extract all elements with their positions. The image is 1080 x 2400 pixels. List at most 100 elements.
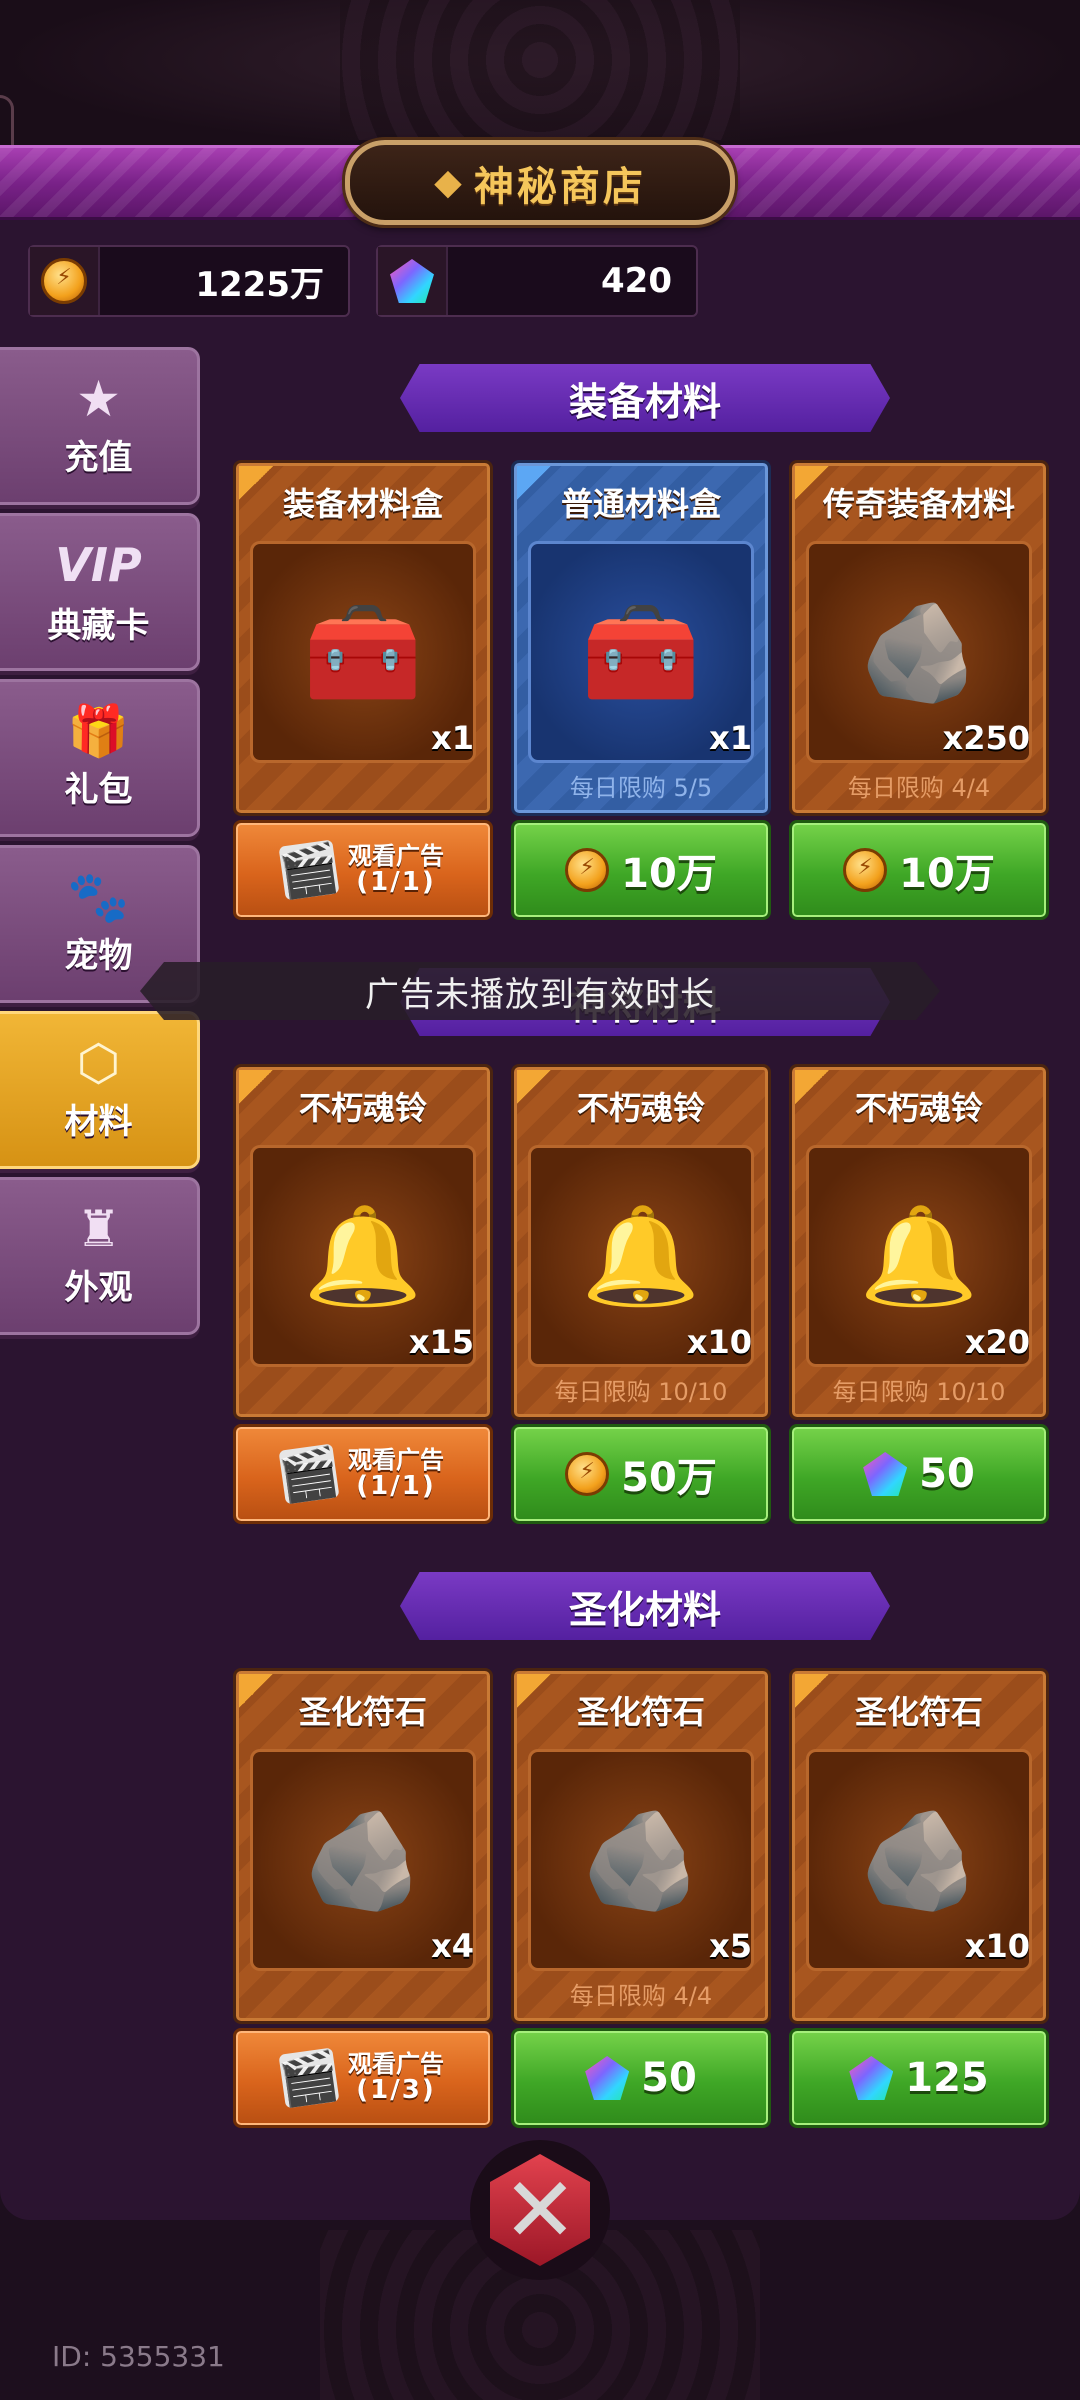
- diamond-crest-icon: ◆: [434, 162, 462, 203]
- treasure-chest-icon: 🧰: [581, 596, 701, 708]
- diamond-balance: 420: [376, 245, 698, 317]
- ad-count: (1/1): [356, 866, 436, 897]
- tab-appearance[interactable]: ♜ 外观: [0, 1177, 200, 1335]
- close-x-icon: ✕: [490, 2154, 590, 2266]
- diamond-icon: [849, 2056, 894, 2100]
- title-plate: ◆ 神秘商店: [345, 140, 735, 225]
- section-header-equipment: 装备材料: [400, 364, 890, 432]
- item-quantity: x250: [942, 719, 1030, 757]
- section-title: 圣化材料: [568, 1587, 721, 1632]
- item-quantity: x1: [709, 719, 752, 757]
- price-label: 10万: [621, 851, 717, 897]
- price-label: 125: [905, 2055, 989, 2101]
- diamond-icon: [863, 1452, 908, 1496]
- pet-icon: 🐾: [67, 867, 130, 926]
- diamond-icon: [390, 259, 434, 303]
- item-quantity: x20: [964, 1323, 1030, 1361]
- item-card[interactable]: 不朽魂铃 🔔 x10 每日限购 10/10: [511, 1064, 771, 1420]
- ad-label: 观看广告: [348, 1445, 444, 1474]
- item-card[interactable]: 传奇装备材料 🪨 x250 每日限购 4/4: [789, 460, 1049, 816]
- item-quantity: x15: [408, 1323, 474, 1361]
- tab-label: 礼包: [64, 769, 133, 810]
- tab-collection-card[interactable]: VIP 典藏卡: [0, 513, 200, 671]
- ad-label: 观看广告: [348, 841, 444, 870]
- price-label: 50: [641, 2055, 697, 2101]
- item-name: 圣化符石: [854, 1693, 983, 1731]
- item-name: 不朽魂铃: [576, 1089, 705, 1127]
- toast-message: 广告未播放到有效时长: [140, 962, 940, 1020]
- ad-count: (1/1): [356, 1470, 436, 1501]
- price-label: 10万: [899, 851, 995, 897]
- item-name: 不朽魂铃: [854, 1089, 983, 1127]
- treasure-chest-icon: 🧰: [303, 596, 423, 708]
- gold-coin-icon: [41, 258, 87, 304]
- section-title: 装备材料: [568, 379, 721, 424]
- item-quantity: x10: [686, 1323, 752, 1361]
- diamond-amount: 420: [601, 261, 672, 301]
- item-card[interactable]: 普通材料盒 🧰 x1 每日限购 5/5: [511, 460, 771, 816]
- vip-icon: VIP: [55, 537, 142, 592]
- toast-text: 广告未播放到有效时长: [365, 974, 715, 1015]
- ad-text: 观看广告 (1/1): [348, 841, 444, 897]
- hexagon-icon: ⬡: [76, 1033, 121, 1092]
- rune-stone-icon: 🪨: [581, 1804, 701, 1916]
- buy-button[interactable]: 10万: [511, 820, 771, 920]
- clapperboard-icon: 🎬: [275, 1442, 343, 1507]
- gold-coin-icon: [843, 848, 888, 892]
- price-label: 50: [919, 1451, 975, 1497]
- player-id: ID: 5355331: [52, 2340, 225, 2373]
- tab-label: 典藏卡: [47, 605, 150, 646]
- ad-label: 观看广告: [348, 2049, 444, 2078]
- clapperboard-icon: 🎬: [275, 2046, 343, 2111]
- bell-icon: 🔔: [859, 1200, 979, 1312]
- ad-text: 观看广告 (1/3): [348, 2049, 444, 2105]
- section-header-sanctify: 圣化材料: [400, 1572, 890, 1640]
- bell-icon: 🔔: [581, 1200, 701, 1312]
- item-name: 不朽魂铃: [298, 1089, 427, 1127]
- purchase-limit: 每日限购 4/4: [847, 774, 991, 802]
- gift-icon: 🎁: [67, 701, 130, 760]
- tab-gift-pack[interactable]: 🎁 礼包: [0, 679, 200, 837]
- buy-button[interactable]: 50万: [511, 1424, 771, 1524]
- gold-amount: 1225万: [195, 264, 324, 305]
- item-name: 圣化符石: [298, 1693, 427, 1731]
- item-quantity: x10: [964, 1927, 1030, 1965]
- rune-stone-icon: 🪨: [303, 1804, 423, 1916]
- buy-button[interactable]: 50: [511, 2028, 771, 2128]
- item-card[interactable]: 不朽魂铃 🔔 x20 每日限购 10/10: [789, 1064, 1049, 1420]
- buy-button[interactable]: 125: [789, 2028, 1049, 2128]
- buy-button[interactable]: 50: [789, 1424, 1049, 1524]
- tab-label: 材料: [64, 1101, 133, 1142]
- gold-coin-icon: [565, 848, 610, 892]
- item-quantity: x5: [709, 1927, 752, 1965]
- watch-ad-button[interactable]: 🎬 观看广告 (1/1): [233, 820, 493, 920]
- item-card[interactable]: 圣化符石 🪨 x10: [789, 1668, 1049, 2024]
- buy-button[interactable]: 10万: [789, 820, 1049, 920]
- page-title: 神秘商店: [473, 163, 646, 210]
- watch-ad-button[interactable]: 🎬 观看广告 (1/3): [233, 2028, 493, 2128]
- item-card[interactable]: 不朽魂铃 🔔 x15: [233, 1064, 493, 1420]
- tab-label: 宠物: [64, 935, 133, 976]
- clapperboard-icon: 🎬: [275, 838, 343, 903]
- purchase-limit: 每日限购 10/10: [832, 1378, 1006, 1406]
- item-card[interactable]: 圣化符石 🪨 x4: [233, 1668, 493, 2024]
- item-name: 圣化符石: [576, 1693, 705, 1731]
- item-card[interactable]: 圣化符石 🪨 x5 每日限购 4/4: [511, 1668, 771, 2024]
- item-name: 普通材料盒: [560, 485, 721, 523]
- watch-ad-button[interactable]: 🎬 观看广告 (1/1): [233, 1424, 493, 1524]
- item-quantity: x1: [431, 719, 474, 757]
- close-button[interactable]: ✕: [470, 2140, 610, 2280]
- purchase-limit: 每日限购 10/10: [554, 1378, 728, 1406]
- item-name: 装备材料盒: [282, 485, 443, 523]
- background-top: [0, 0, 1080, 150]
- tab-recharge[interactable]: ★ 充值: [0, 347, 200, 505]
- gold-coin-icon: [565, 1452, 610, 1496]
- tab-materials[interactable]: ⬡ 材料: [0, 1011, 200, 1169]
- item-quantity: x4: [431, 1927, 474, 1965]
- ad-text: 观看广告 (1/1): [348, 1445, 444, 1501]
- armor-icon: ♜: [76, 1199, 121, 1258]
- item-name: 传奇装备材料: [822, 485, 1015, 523]
- ad-count: (1/3): [356, 2074, 436, 2105]
- item-card[interactable]: 装备材料盒 🧰 x1: [233, 460, 493, 816]
- legendary-material-icon: 🪨: [859, 596, 979, 708]
